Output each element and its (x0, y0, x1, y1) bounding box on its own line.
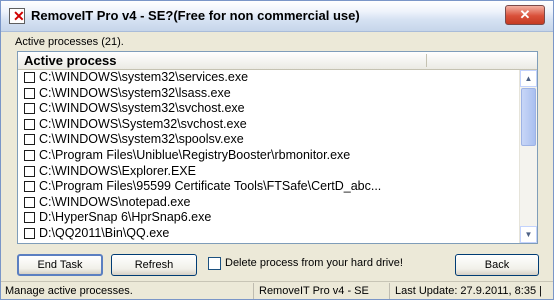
list-item[interactable]: C:\WINDOWS\system32\lsass.exe (18, 86, 520, 102)
active-processes-label: Active processes (21). (15, 36, 124, 48)
list-item[interactable]: C:\WINDOWS\System32\svchost.exe (18, 117, 520, 133)
status-message: Manage active processes. (5, 283, 254, 299)
process-checkbox[interactable] (24, 196, 35, 208)
list-item[interactable]: C:\WINDOWS\system32\svchost.exe (18, 101, 520, 117)
back-button[interactable]: Back (455, 254, 539, 276)
process-checkbox[interactable] (24, 149, 35, 161)
process-rows: C:\WINDOWS\system32\services.exe C:\WINDO… (18, 70, 520, 243)
process-checkbox[interactable] (24, 72, 35, 83)
process-path: D:\QQ2011\Bin\QQ.exe (39, 225, 170, 240)
process-checkbox[interactable] (24, 227, 35, 239)
process-path: C:\WINDOWS\system32\lsass.exe (39, 85, 231, 100)
process-checkbox[interactable] (24, 165, 35, 177)
process-path: D:\HyperSnap 6\HprSnap6.exe (39, 210, 212, 225)
list-item[interactable]: C:\WINDOWS\system32\spoolsv.exe (18, 132, 520, 148)
process-path: C:\Program Files\Uniblue\RegistryBooster… (39, 147, 351, 162)
process-checkbox[interactable] (24, 103, 35, 115)
refresh-button[interactable]: Refresh (111, 254, 197, 276)
list-item[interactable]: C:\WINDOWS\Explorer.EXE (18, 164, 520, 180)
app-icon-glyph: ✕ (13, 8, 25, 24)
close-icon: ✕ (519, 7, 531, 22)
list-item[interactable]: C:\WINDOWS\notepad.exe (18, 195, 520, 211)
list-item[interactable]: D:\QQ2011\Bin\TXPlatform.exe (18, 242, 520, 243)
title-bar[interactable]: ✕ RemoveIT Pro v4 - SE?(Free for non com… (1, 1, 553, 32)
process-path: C:\WINDOWS\system32\spoolsv.exe (39, 132, 244, 147)
scroll-thumb[interactable] (521, 88, 536, 146)
delete-from-disk-label[interactable]: Delete process from your hard drive! (225, 257, 403, 269)
close-button[interactable]: ✕ (505, 5, 545, 25)
column-header-active-process[interactable]: Active process (24, 52, 117, 69)
process-path: C:\WINDOWS\Explorer.EXE (39, 163, 196, 178)
process-checkbox[interactable] (24, 118, 35, 130)
status-app-version: RemoveIT Pro v4 - SE (259, 283, 390, 299)
scroll-down-button[interactable]: ▼ (520, 226, 537, 243)
process-listbox[interactable]: Active process C:\WINDOWS\system32\servi… (17, 51, 538, 244)
process-path: C:\WINDOWS\system32\services.exe (39, 70, 249, 84)
process-checkbox[interactable] (24, 87, 35, 99)
process-checkbox[interactable] (24, 134, 35, 146)
list-item[interactable]: C:\Program Files\95599 Certificate Tools… (18, 179, 520, 195)
process-path: C:\WINDOWS\System32\svchost.exe (39, 116, 247, 131)
process-checkbox[interactable] (24, 181, 35, 193)
list-item[interactable]: C:\WINDOWS\system32\services.exe (18, 70, 520, 86)
scroll-up-button[interactable]: ▲ (520, 70, 537, 87)
list-item[interactable]: D:\HyperSnap 6\HprSnap6.exe (18, 210, 520, 226)
process-checkbox[interactable] (24, 212, 35, 224)
column-separator[interactable] (426, 54, 427, 67)
status-last-update: Last Update: 27.9.2011, 8:35 | (395, 285, 542, 297)
process-path: C:\WINDOWS\system32\svchost.exe (39, 101, 245, 116)
delete-from-disk-checkbox[interactable] (208, 257, 221, 270)
process-path: C:\Program Files\95599 Certificate Tools… (39, 179, 382, 194)
vertical-scrollbar[interactable]: ▲ ▼ (519, 70, 537, 243)
list-header[interactable]: Active process (18, 52, 537, 70)
window-title: RemoveIT Pro v4 - SE?(Free for non comme… (31, 8, 360, 23)
end-task-button[interactable]: End Task (17, 254, 103, 276)
process-path: D:\QQ2011\Bin\TXPlatform.exe (39, 242, 212, 243)
list-item[interactable]: C:\Program Files\Uniblue\RegistryBooster… (18, 148, 520, 164)
status-bar: Manage active processes. RemoveIT Pro v4… (1, 281, 553, 299)
process-path: C:\WINDOWS\notepad.exe (39, 194, 191, 209)
scroll-down-icon: ▼ (524, 230, 533, 239)
app-window: ✕ RemoveIT Pro v4 - SE?(Free for non com… (0, 0, 554, 300)
scroll-up-icon: ▲ (524, 74, 533, 83)
app-icon[interactable]: ✕ (9, 8, 25, 24)
list-item[interactable]: D:\QQ2011\Bin\QQ.exe (18, 226, 520, 242)
